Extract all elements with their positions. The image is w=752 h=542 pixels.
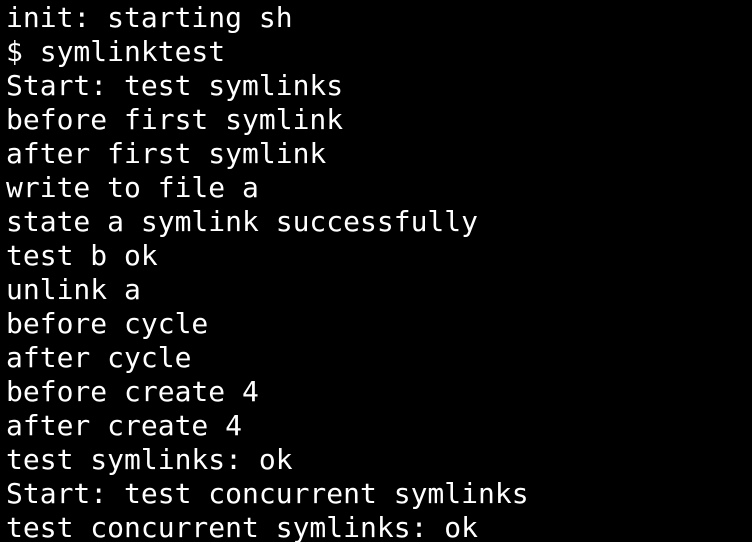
terminal-output: init: starting sh $ symlinktest Start: t… — [6, 1, 529, 542]
terminal-line: before create 4 — [6, 375, 259, 408]
terminal-line: after cycle — [6, 341, 192, 374]
terminal-line: test b ok — [6, 239, 158, 272]
terminal-line: after create 4 — [6, 409, 243, 442]
terminal-line: before cycle — [6, 307, 209, 340]
terminal-line: test concurrent symlinks: ok — [6, 511, 479, 542]
terminal-line: after first symlink — [6, 137, 327, 170]
terminal-line: unlink a — [6, 273, 141, 306]
terminal-line: $ symlinktest — [6, 35, 226, 68]
terminal-line: write to file a — [6, 171, 259, 204]
terminal-line: state a symlink successfully — [6, 205, 479, 238]
terminal-line: Start: test symlinks — [6, 69, 344, 102]
terminal-line: before first symlink — [6, 103, 344, 136]
terminal-line: init: starting sh — [6, 1, 293, 34]
terminal-window[interactable]: init: starting sh $ symlinktest Start: t… — [0, 0, 752, 542]
terminal-line: Start: test concurrent symlinks — [6, 477, 529, 510]
terminal-line: test symlinks: ok — [6, 443, 293, 476]
